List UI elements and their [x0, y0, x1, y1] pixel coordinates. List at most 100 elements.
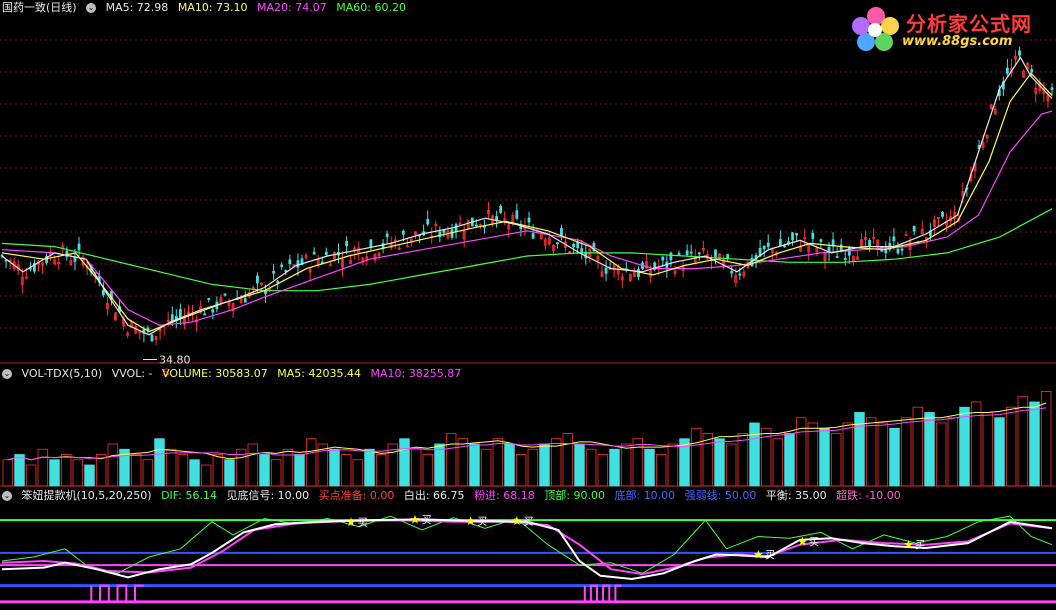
candle-body	[243, 298, 247, 303]
candle-body	[1050, 87, 1054, 91]
volume-bar	[189, 459, 200, 487]
volume-bar	[830, 433, 842, 487]
ma-line-ma10	[1, 72, 1053, 333]
volume-bar	[72, 459, 84, 487]
candle-body	[677, 252, 681, 255]
volume-bar	[492, 438, 504, 487]
candle-body	[531, 233, 535, 239]
volume-bar	[982, 412, 994, 487]
candle-body	[730, 270, 734, 274]
volume-bar	[270, 459, 282, 487]
volume-bar	[994, 417, 1005, 487]
candle-body	[256, 275, 259, 284]
candle-body	[556, 242, 559, 245]
volume-bar	[644, 448, 655, 487]
volume-toggle-icon[interactable]: ⌄	[2, 369, 12, 379]
ma-line-ma5	[1, 56, 1053, 336]
volume-bar	[95, 454, 107, 487]
candle-body	[778, 239, 782, 247]
volume-bar	[305, 438, 317, 487]
strength-line-label: 强弱线: 50.00	[684, 489, 757, 502]
candle-body	[892, 236, 896, 242]
volume-bar	[25, 464, 37, 487]
volume-bar	[340, 454, 352, 487]
volume-bar	[224, 459, 235, 487]
candle-body	[101, 289, 105, 296]
indicator-toggle-icon[interactable]: ⌄	[86, 3, 97, 13]
volume-bar	[142, 459, 154, 487]
buy-star-icon: ★	[903, 538, 914, 552]
volume-bar	[515, 454, 527, 487]
candle-body	[211, 309, 215, 313]
low-marker-label: 34.80	[159, 353, 191, 366]
candle-body	[454, 224, 458, 233]
volume-bar	[1040, 391, 1052, 487]
candle-body	[401, 230, 405, 235]
logo-url: www.88gs.com	[902, 34, 1013, 49]
candle-body	[685, 250, 689, 255]
volume-bar	[725, 443, 737, 487]
volume-bar	[784, 433, 795, 487]
candle-body	[697, 252, 701, 255]
volume-bar	[399, 438, 410, 487]
candle-body	[1006, 67, 1009, 74]
buy-star-icon: ★	[465, 514, 476, 528]
candle-body	[207, 298, 211, 300]
candle-body	[499, 205, 503, 213]
ma-line-ma60	[1, 208, 1053, 292]
volume-bar	[480, 448, 492, 487]
buy-signal-label: 买	[915, 540, 925, 552]
ma20-label: MA20: 74.07	[257, 1, 327, 14]
volume-bar	[504, 443, 515, 487]
volume-bar	[924, 412, 935, 487]
vvol-label: VVOL: -	[111, 367, 153, 380]
bottom-signal-wave	[583, 584, 622, 603]
stock-chart: 34.80S★ 买 ★ 买 ★ 买 ★ 买★ 买★ 买 ★ 买	[0, 39, 1056, 604]
candle-body	[442, 230, 446, 233]
candle-body	[288, 259, 292, 265]
buy-signal-label: 买	[524, 516, 534, 528]
osc-title: 笨妞提款机(10,5,20,250)	[21, 489, 152, 502]
volume-bar	[527, 448, 539, 487]
candle-body	[762, 245, 766, 250]
volume-bar	[469, 443, 480, 487]
volume-bar	[445, 433, 457, 487]
volume-bar	[130, 454, 142, 487]
volume-bar	[539, 443, 550, 487]
candle-body	[77, 243, 81, 251]
candle-body	[369, 239, 373, 248]
volume-bar	[364, 448, 375, 487]
bottom-label: 底部: 10.00	[614, 489, 676, 502]
bottom-signal-label: 见底信号: 10.00	[226, 489, 310, 502]
volume-bar	[165, 448, 177, 487]
candle-body	[795, 233, 798, 236]
main-panel-header: 国药一致(日线) ⌄ MA5: 72.98 MA10: 73.10 MA20: …	[2, 1, 412, 15]
ma5-label: MA5: 72.98	[105, 1, 169, 14]
candle-body	[738, 273, 742, 276]
candle-body	[868, 240, 871, 247]
osc-toggle-icon[interactable]: ⌄	[2, 491, 12, 501]
candle-body	[328, 264, 332, 267]
volume-bar	[620, 443, 632, 487]
volume-bar	[294, 454, 305, 487]
buy-signal-label: 买	[422, 514, 432, 526]
candle-body	[223, 293, 227, 296]
candle-body	[661, 256, 665, 261]
candle-body	[312, 251, 316, 255]
volume-ma5: MA5: 42035.44	[277, 367, 361, 380]
candle-body	[527, 217, 531, 223]
candle-body	[689, 251, 693, 254]
volume-bar	[690, 427, 702, 487]
buy-signal-label: 买	[358, 517, 368, 529]
bottom-signal-wave	[90, 584, 144, 603]
volume-bar	[819, 427, 830, 487]
candle-body	[474, 224, 478, 227]
volume-bar	[877, 422, 889, 487]
volume-bar	[2, 459, 14, 487]
volume-bar	[259, 454, 270, 487]
volume-bar	[1005, 406, 1017, 487]
candle-body	[843, 257, 847, 260]
candle-body	[345, 241, 348, 247]
volume-bar	[702, 433, 714, 487]
candle-body	[604, 267, 608, 274]
